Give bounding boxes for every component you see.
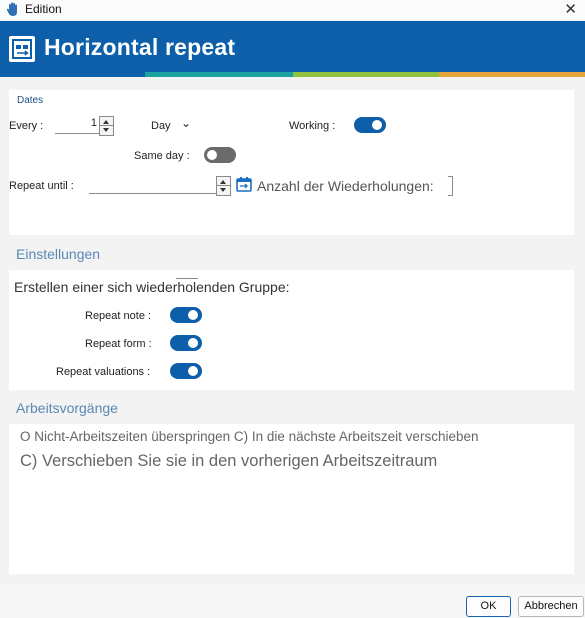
stepper-buttons[interactable] [216,176,231,196]
settings-section-title: Einstellungen [16,246,101,262]
dialog-header: Horizontal repeat [0,21,585,77]
workflow-option-line[interactable]: O Nicht-Arbeitszeiten überspringen C) In… [20,429,478,444]
every-stepper[interactable]: 1 [55,116,114,136]
workflow-option-line[interactable]: C) Verschieben Sie sie in den vorherigen… [20,452,437,471]
close-icon[interactable]: ✕ [564,0,577,18]
hand-icon [6,2,17,16]
repeat-form-toggle[interactable] [170,335,202,351]
calendar-repeat-icon [9,36,35,62]
same-day-label: Same day : [134,150,190,162]
repeat-note-label: Repeat note : [85,310,152,322]
toggle-knob [372,120,382,130]
stepper-up-icon[interactable] [103,120,109,124]
toggle-knob [188,338,198,348]
repeat-until-label: Repeat until : [9,180,74,192]
stepper-down-icon[interactable] [103,128,109,132]
dates-panel [9,90,574,235]
cancel-button[interactable]: Abbrechen [518,596,584,617]
accent-bar [439,72,585,77]
same-day-toggle[interactable] [204,147,236,163]
working-label: Working : [289,120,336,132]
stepper-up-icon[interactable] [220,180,226,184]
repeat-until-field[interactable] [89,176,231,196]
every-label: Every : [9,120,44,132]
text-cursor-marker [176,278,198,279]
window-title: Edition [25,2,62,16]
toggle-knob [188,310,198,320]
accent-bar [293,72,439,77]
dates-section-title: Dates [17,95,44,106]
every-value: 1 [90,117,97,129]
repeat-valuations-toggle[interactable] [170,363,202,379]
repetition-count-input[interactable] [448,176,453,196]
chevron-down-icon[interactable]: ⌄ [181,116,191,130]
unit-select[interactable]: Day [151,120,171,132]
page-title: Horizontal repeat [44,34,236,60]
settings-intro: Erstellen einer sich wiederholenden Grup… [14,279,290,295]
repetition-count-label: Anzahl der Wiederholungen: [257,178,434,194]
accent-bar [145,72,293,77]
workflow-section-title: Arbeitsvorgänge [16,400,118,416]
stepper-divider [100,125,113,126]
toggle-knob [207,150,217,160]
working-toggle[interactable] [354,117,386,133]
window-titlebar: Edition ✕ [0,0,585,20]
accent-bar [0,72,145,77]
calendar-icon[interactable] [236,176,252,192]
repeat-valuations-label: Repeat valuations : [56,366,151,378]
toggle-knob [188,366,198,376]
workflow-panel [9,424,574,574]
stepper-divider [217,185,230,186]
stepper-buttons[interactable] [99,116,114,136]
repeat-note-toggle[interactable] [170,307,202,323]
ok-button[interactable]: OK [466,596,511,617]
repeat-form-label: Repeat form : [85,338,152,350]
stepper-down-icon[interactable] [220,188,226,192]
